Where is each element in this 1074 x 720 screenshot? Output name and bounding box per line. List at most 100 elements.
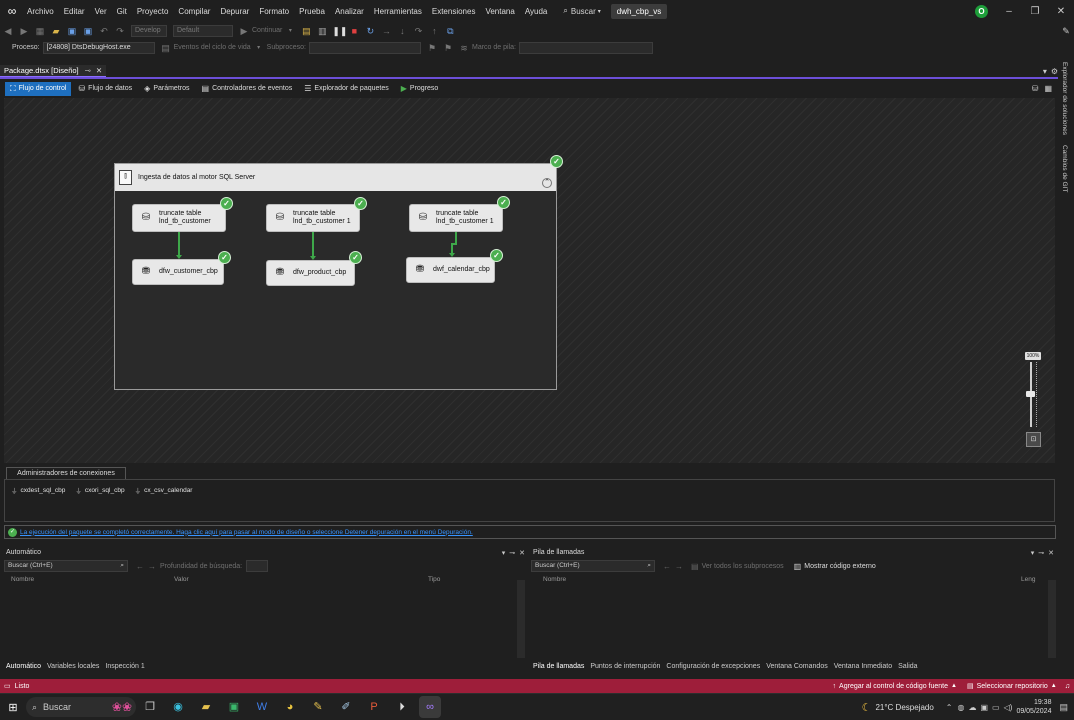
- menu-item-git[interactable]: Git: [117, 7, 127, 16]
- data-flow-task-3[interactable]: ⛃ dwf_calendar_cbp: [406, 257, 495, 283]
- back-arrow-icon[interactable]: ←: [136, 562, 144, 571]
- connection-manager-item[interactable]: ⏚ cx_csv_calendar: [135, 485, 193, 496]
- connection-manager-item[interactable]: ⏚ cxori_sql_cbp: [75, 485, 124, 496]
- edge-browser-icon[interactable]: ◉: [167, 696, 189, 718]
- file-explorer-icon[interactable]: ▰: [195, 696, 217, 718]
- restart-icon[interactable]: ↻: [364, 25, 376, 37]
- document-tab-package[interactable]: Package.dtsx [Diseño] ⊸ ✕: [0, 64, 107, 78]
- execute-sql-task-3[interactable]: ⛁ truncate table lnd_tb_customer 1: [409, 204, 503, 232]
- chevron-down-icon[interactable]: ▾: [253, 42, 265, 54]
- close-window-button[interactable]: ✕: [1048, 6, 1074, 17]
- pin-icon[interactable]: ⊸: [509, 549, 515, 557]
- show-external-code-button[interactable]: Mostrar código externo: [804, 563, 876, 570]
- connection-manager-item[interactable]: ⏚ cxdest_sql_cbp: [11, 485, 65, 496]
- menu-item-herramientas[interactable]: Herramientas: [374, 7, 422, 16]
- sequence-container-header[interactable]: ⫾ Ingesta de datos al motor SQL Server ⌃: [115, 164, 556, 191]
- column-header-name[interactable]: Nombre: [531, 576, 1021, 583]
- pin-icon[interactable]: ⊸: [1038, 549, 1044, 557]
- stop-debugging-link[interactable]: La ejecución del paquete se completó cor…: [20, 529, 473, 536]
- menu-item-depurar[interactable]: Depurar: [220, 7, 249, 16]
- lifecycle-events-label[interactable]: Eventos del ciclo de vida: [174, 44, 251, 51]
- stackframe-combo[interactable]: [518, 41, 653, 54]
- precedence-constraint[interactable]: [178, 232, 180, 256]
- menu-item-analizar[interactable]: Analizar: [335, 7, 364, 16]
- windows-start-icon[interactable]: ⊞: [0, 701, 26, 714]
- call-stack-vertical-scrollbar[interactable]: [1048, 580, 1056, 658]
- autos-search-input[interactable]: Buscar (Ctrl+E) ⌕: [4, 560, 128, 572]
- solution-name[interactable]: dwh_cbp_vs: [610, 3, 668, 19]
- column-header-type[interactable]: Tipo: [428, 576, 440, 583]
- step-icon[interactable]: →: [380, 25, 392, 37]
- step-into-icon[interactable]: ↓: [396, 25, 408, 37]
- pin-icon[interactable]: ⊸: [85, 66, 91, 75]
- solution-explorer-tab[interactable]: Explorador de soluciones: [1061, 62, 1068, 135]
- chevron-up-icon[interactable]: ▲: [1051, 683, 1057, 689]
- menu-item-editar[interactable]: Editar: [64, 7, 85, 16]
- taskbar-search-box[interactable]: ⌕ Buscar ❀❀: [26, 697, 136, 717]
- close-tab-icon[interactable]: ✕: [96, 66, 102, 75]
- tab-data-flow[interactable]: ⛁ Flujo de datos: [73, 82, 137, 96]
- chrome-icon[interactable]: ◕: [279, 696, 301, 718]
- clock[interactable]: 19:38 09/05/2024: [1016, 698, 1051, 716]
- new-project-icon[interactable]: ▦: [34, 25, 46, 37]
- execute-sql-task-1[interactable]: ⛁ truncate table lnd_tb_customer: [132, 204, 226, 232]
- menu-item-formato[interactable]: Formato: [259, 7, 289, 16]
- tab-watch-1[interactable]: Inspección 1: [105, 663, 144, 670]
- visual-studio-taskbar-icon[interactable]: ∞: [419, 696, 441, 718]
- tray-icon-1[interactable]: ◍: [958, 703, 965, 712]
- data-flow-task-1[interactable]: ⛃ dfw_customer_cbp: [132, 259, 224, 285]
- menu-item-archivo[interactable]: Archivo: [27, 7, 54, 16]
- thread-combo[interactable]: [308, 41, 421, 54]
- network-icon[interactable]: ▭: [992, 703, 1000, 712]
- redo-icon[interactable]: ↷: [114, 25, 126, 37]
- stop-icon[interactable]: ■: [348, 25, 360, 37]
- menu-item-extensiones[interactable]: Extensiones: [432, 7, 476, 16]
- tray-icon-3[interactable]: ▣: [980, 703, 988, 712]
- diagram-icon[interactable]: ⧉: [444, 25, 456, 37]
- tab-call-stack[interactable]: Pila de llamadas: [533, 663, 584, 670]
- continue-label[interactable]: Continuar: [252, 27, 282, 34]
- sequence-container[interactable]: ⫾ Ingesta de datos al motor SQL Server ⌃…: [114, 163, 557, 390]
- tab-event-handlers[interactable]: ▤ Controladores de eventos: [197, 82, 298, 96]
- tab-overflow-icon[interactable]: ▾: [1043, 67, 1047, 76]
- search-menu[interactable]: ⌕ Buscar ▾: [563, 6, 600, 16]
- data-flow-task-2[interactable]: ⛃ dfw_product_cbp: [266, 260, 355, 286]
- forward-icon[interactable]: ▶: [18, 25, 30, 37]
- powerpoint-icon[interactable]: P: [363, 696, 385, 718]
- task-view-icon[interactable]: ❐: [139, 696, 161, 718]
- tab-command-window[interactable]: Ventana Comandos: [766, 663, 828, 670]
- volume-icon[interactable]: ◁): [1004, 703, 1013, 712]
- sticky-app-icon[interactable]: ✎: [307, 696, 329, 718]
- tab-autos[interactable]: Automático: [6, 663, 41, 670]
- variables-icon[interactable]: ⛁: [1032, 84, 1039, 93]
- settings-icon[interactable]: ⚙: [1051, 67, 1058, 76]
- step-out-icon[interactable]: ↑: [428, 25, 440, 37]
- minimize-button[interactable]: –: [996, 6, 1022, 17]
- menu-item-prueba[interactable]: Prueba: [299, 7, 325, 16]
- layout-icon[interactable]: ▥: [316, 25, 328, 37]
- filter-icon[interactable]: ⚑: [442, 42, 454, 54]
- notifications-bell-icon[interactable]: ♫: [1065, 683, 1070, 690]
- column-header-value[interactable]: Valor: [174, 576, 428, 583]
- restore-button[interactable]: ❐: [1022, 6, 1048, 17]
- execute-sql-task-2[interactable]: ⛁ truncate table lnd_tb_customer 1: [266, 204, 360, 232]
- account-avatar[interactable]: O: [975, 4, 988, 18]
- lifecycle-events-icon[interactable]: ▤: [160, 42, 172, 54]
- word-icon[interactable]: W: [251, 696, 273, 718]
- tab-breakpoints[interactable]: Puntos de interrupción: [590, 663, 660, 670]
- close-panel-icon[interactable]: ✕: [519, 549, 525, 557]
- project-icon[interactable]: ▣: [223, 696, 245, 718]
- menu-item-ayuda[interactable]: Ayuda: [525, 7, 548, 16]
- toolbox-icon[interactable]: ▦: [1044, 84, 1052, 93]
- column-header-name[interactable]: Nombre: [4, 576, 174, 583]
- git-changes-tab[interactable]: Cambios de GIT: [1061, 145, 1068, 192]
- tab-output[interactable]: Salida: [898, 663, 917, 670]
- flag-icon[interactable]: ⚑: [426, 42, 438, 54]
- open-folder-icon[interactable]: ▰: [50, 25, 62, 37]
- forward-arrow-icon[interactable]: →: [675, 562, 683, 571]
- step-over-icon[interactable]: ↷: [412, 25, 424, 37]
- process-combo[interactable]: [24808] DtsDebugHost.exe: [42, 41, 155, 54]
- menu-item-proyecto[interactable]: Proyecto: [137, 7, 169, 16]
- configuration-combo[interactable]: Develop: [131, 24, 167, 37]
- save-icon[interactable]: ▣: [66, 25, 78, 37]
